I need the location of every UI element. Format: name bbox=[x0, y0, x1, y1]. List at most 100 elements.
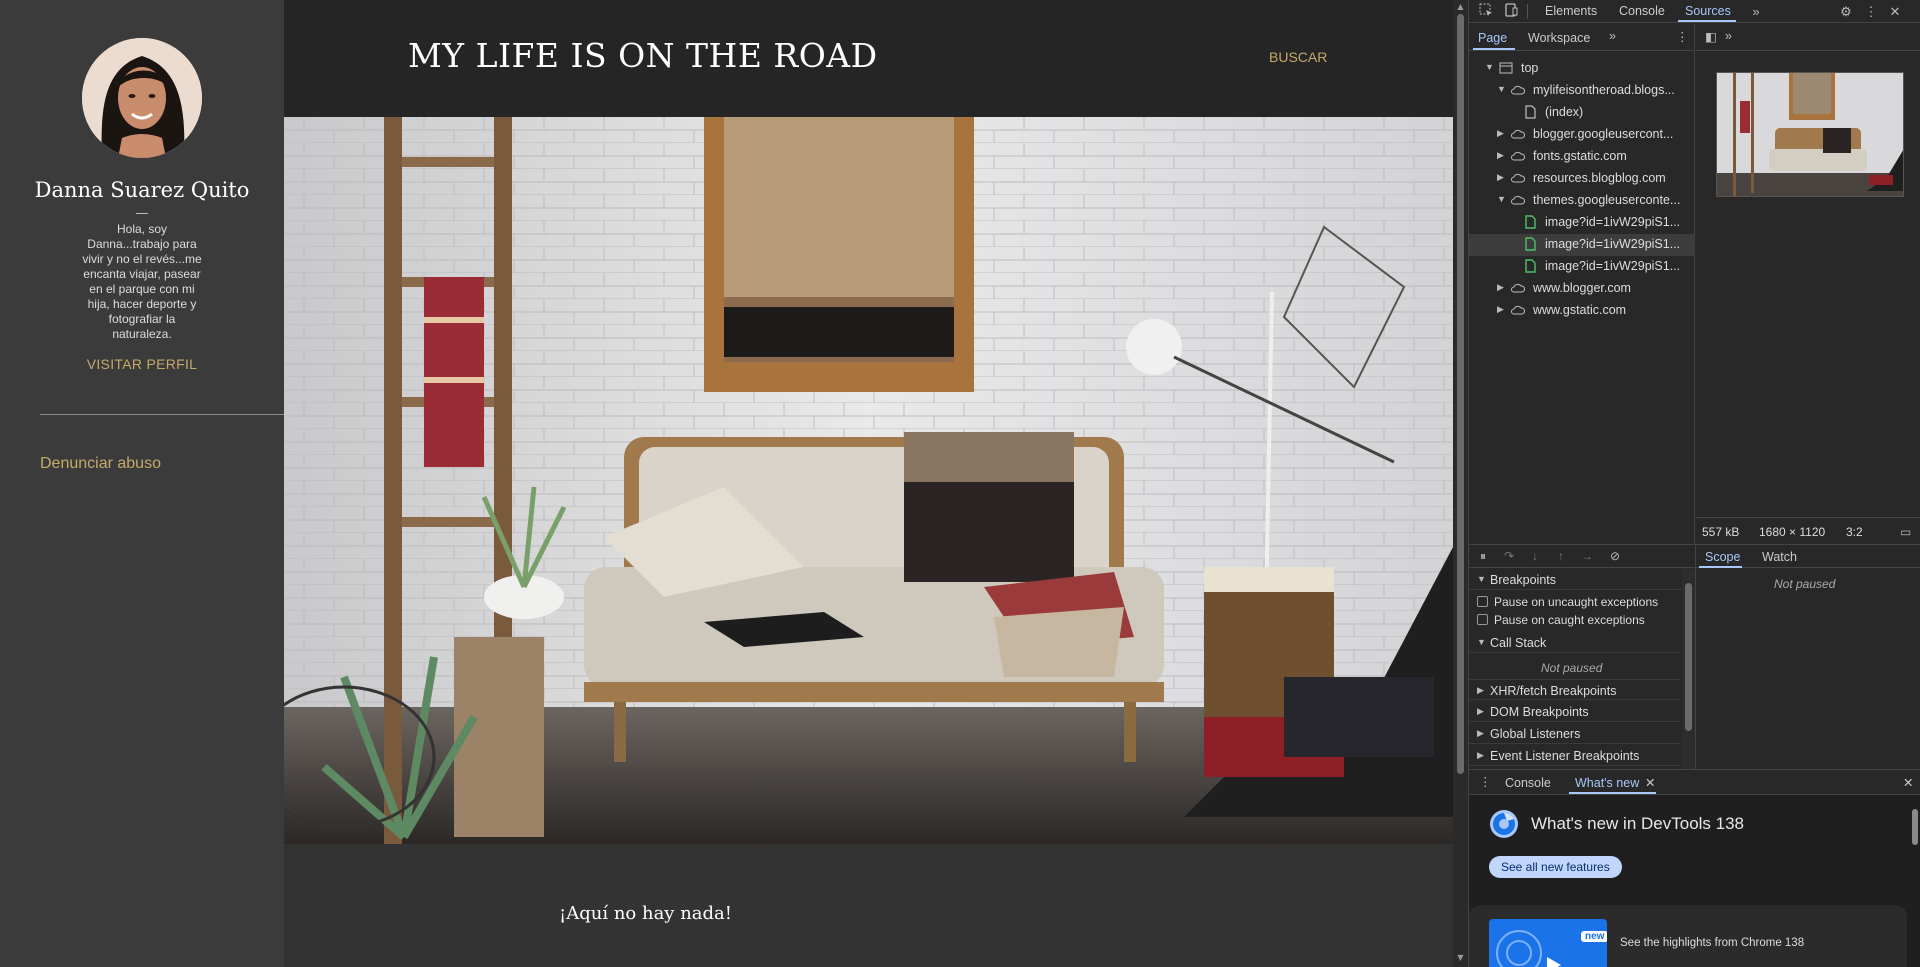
blog-title[interactable]: MY LIFE IS ON THE ROAD bbox=[408, 36, 878, 75]
dom-breakpoints-header[interactable]: ▶ DOM Breakpoints bbox=[1469, 701, 1681, 722]
close-tab-icon[interactable]: ✕ bbox=[1645, 775, 1655, 790]
tree-item-label: (index) bbox=[1545, 105, 1584, 119]
more-editor-tabs-icon[interactable]: » bbox=[1725, 29, 1732, 43]
image-file-icon bbox=[1525, 259, 1536, 273]
tab-page[interactable]: Page bbox=[1478, 31, 1507, 45]
settings-icon[interactable]: ⚙ bbox=[1837, 3, 1855, 21]
tree-item-domain[interactable]: ▶ resources.blogblog.com bbox=[1469, 168, 1695, 190]
tree-item-domain[interactable]: ▶ fonts.gstatic.com bbox=[1469, 146, 1695, 168]
scope-status: Not paused bbox=[1774, 577, 1836, 591]
tree-item-label: top bbox=[1521, 61, 1539, 75]
breakpoints-scrollbar-thumb[interactable] bbox=[1685, 583, 1692, 731]
profile-avatar[interactable] bbox=[82, 38, 202, 158]
coverage-icon[interactable]: ▭ bbox=[1900, 525, 1911, 539]
tree-item-top[interactable]: ▼ top bbox=[1469, 58, 1695, 80]
step-into-icon[interactable]: ↓ bbox=[1527, 549, 1543, 565]
drawer-menu-icon[interactable]: ⋮ bbox=[1479, 774, 1492, 789]
close-icon[interactable]: ✕ bbox=[1886, 3, 1904, 21]
scroll-up-arrow-icon[interactable]: ▲ bbox=[1456, 2, 1465, 11]
tree-item-file[interactable]: (index) bbox=[1469, 102, 1695, 124]
collapse-arrow-icon: ▶ bbox=[1497, 128, 1504, 138]
visit-profile-link[interactable]: VISITAR PERFIL bbox=[0, 356, 284, 372]
tab-drawer-console[interactable]: Console bbox=[1505, 776, 1551, 790]
section-label: DOM Breakpoints bbox=[1490, 705, 1589, 719]
call-stack-status: Not paused bbox=[1541, 661, 1603, 675]
collapse-arrow-icon: ▶ bbox=[1497, 172, 1504, 182]
more-navigator-tabs-icon[interactable]: » bbox=[1609, 29, 1616, 43]
sources-navigator: Page Workspace » ⋮ ▼ top ▼ mylifeisonthe… bbox=[1469, 24, 1695, 544]
tree-item-image-selected[interactable]: image?id=1ivW29piS1... bbox=[1469, 234, 1695, 256]
expand-arrow-icon: ▼ bbox=[1497, 194, 1506, 204]
breakpoints-header[interactable]: ▼ Breakpoints bbox=[1469, 569, 1681, 590]
toggle-navigator-icon[interactable]: ◧ bbox=[1705, 29, 1717, 44]
image-file-icon bbox=[1525, 215, 1536, 229]
tree-item-image[interactable]: image?id=1ivW29piS1... bbox=[1469, 212, 1695, 234]
tree-item-label: www.blogger.com bbox=[1533, 281, 1631, 295]
global-listeners-header[interactable]: ▶ Global Listeners bbox=[1469, 723, 1681, 744]
collapse-arrow-icon: ▶ bbox=[1497, 150, 1504, 160]
tab-watch[interactable]: Watch bbox=[1762, 550, 1797, 564]
collapse-arrow-icon: ▶ bbox=[1497, 304, 1504, 314]
report-abuse-link[interactable]: Denunciar abuso bbox=[40, 455, 161, 473]
section-label: Global Listeners bbox=[1490, 727, 1581, 741]
new-badge: new bbox=[1581, 931, 1607, 942]
cloud-icon bbox=[1511, 129, 1525, 139]
kebab-menu-icon[interactable]: ⋮ bbox=[1862, 3, 1880, 21]
checkbox-icon[interactable] bbox=[1477, 596, 1488, 607]
image-preview-pane: ◧ » 557 kB 1680 × 1120 3:2 ▭ bbox=[1696, 24, 1920, 544]
tree-item-domain[interactable]: ▶ blogger.googleusercont... bbox=[1469, 124, 1695, 146]
device-toolbar-icon[interactable] bbox=[1502, 3, 1520, 21]
pause-caught-checkbox[interactable]: Pause on caught exceptions bbox=[1469, 611, 1681, 629]
page-scrollbar[interactable]: ▲ ▼ bbox=[1453, 0, 1468, 967]
page-scrollbar-thumb[interactable] bbox=[1457, 14, 1464, 774]
close-drawer-icon[interactable]: ✕ bbox=[1903, 775, 1913, 790]
whats-new-scrollbar[interactable] bbox=[1909, 797, 1920, 967]
navigator-tab-indicator bbox=[1473, 48, 1515, 50]
tab-scope[interactable]: Scope bbox=[1705, 550, 1740, 564]
scroll-down-arrow-icon[interactable]: ▼ bbox=[1456, 953, 1465, 962]
expand-arrow-icon: ▼ bbox=[1485, 62, 1494, 72]
tab-console[interactable]: Console bbox=[1619, 4, 1665, 18]
profile-name[interactable]: Danna Suarez Quito bbox=[0, 178, 284, 202]
step-out-icon[interactable]: ↑ bbox=[1553, 549, 1569, 565]
breakpoints-scrollbar[interactable] bbox=[1682, 569, 1695, 769]
see-all-features-button[interactable]: See all new features bbox=[1489, 856, 1622, 878]
section-label: XHR/fetch Breakpoints bbox=[1490, 684, 1617, 698]
cloud-icon bbox=[1511, 85, 1525, 95]
more-tabs-icon[interactable]: » bbox=[1747, 3, 1765, 21]
tab-workspace[interactable]: Workspace bbox=[1528, 31, 1590, 45]
tab-sources[interactable]: Sources bbox=[1685, 4, 1731, 18]
image-preview bbox=[1716, 72, 1904, 197]
event-listener-breakpoints-header[interactable]: ▶ Event Listener Breakpoints bbox=[1469, 745, 1681, 766]
drawer-tabs: ⋮ Console What's new ✕ ✕ bbox=[1469, 770, 1920, 795]
navigator-menu-icon[interactable]: ⋮ bbox=[1676, 29, 1689, 44]
tree-item-label: fonts.gstatic.com bbox=[1533, 149, 1627, 163]
tree-item-label: image?id=1ivW29piS1... bbox=[1545, 237, 1681, 251]
search-link[interactable]: BUSCAR bbox=[1269, 49, 1327, 65]
pause-icon[interactable]: ⏸ bbox=[1475, 549, 1491, 565]
step-icon[interactable]: → bbox=[1579, 549, 1595, 565]
tree-item-domain[interactable]: ▶ www.gstatic.com bbox=[1469, 300, 1695, 322]
tab-elements[interactable]: Elements bbox=[1545, 4, 1597, 18]
tree-item-label: resources.blogblog.com bbox=[1533, 171, 1666, 185]
tab-whats-new[interactable]: What's new bbox=[1575, 776, 1639, 790]
inspect-icon[interactable] bbox=[1477, 3, 1495, 21]
pause-uncaught-checkbox[interactable]: Pause on uncaught exceptions bbox=[1469, 593, 1681, 611]
call-stack-header[interactable]: ▼ Call Stack bbox=[1469, 632, 1681, 653]
highlights-card[interactable]: new See the highlights from Chrome 138 bbox=[1469, 905, 1907, 967]
deactivate-breakpoints-icon[interactable]: ⊘ bbox=[1607, 549, 1623, 565]
whats-new-title: What's new in DevTools 138 bbox=[1531, 814, 1745, 833]
xhr-breakpoints-header[interactable]: ▶ XHR/fetch Breakpoints bbox=[1469, 679, 1681, 700]
blog-page: Danna Suarez Quito Hola, soy Danna...tra… bbox=[0, 0, 1453, 967]
collapse-arrow-icon: ▶ bbox=[1477, 750, 1484, 760]
tree-item-domain[interactable]: ▼ mylifeisontheroad.blogs... bbox=[1469, 80, 1695, 102]
step-over-icon[interactable]: ↷ bbox=[1501, 549, 1517, 565]
section-label: Breakpoints bbox=[1490, 573, 1557, 587]
tree-item-domain[interactable]: ▶ www.blogger.com bbox=[1469, 278, 1695, 300]
bio-line: encanta viajar, pasear bbox=[83, 267, 201, 281]
checkbox-icon[interactable] bbox=[1477, 614, 1488, 625]
devtools-toolbar: Elements Console Sources » ⚙ ⋮ ✕ bbox=[1469, 0, 1920, 23]
whats-new-scrollbar-thumb[interactable] bbox=[1912, 809, 1918, 845]
tree-item-domain[interactable]: ▼ themes.googleuserconte... bbox=[1469, 190, 1695, 212]
tree-item-image[interactable]: image?id=1ivW29piS1... bbox=[1469, 256, 1695, 278]
